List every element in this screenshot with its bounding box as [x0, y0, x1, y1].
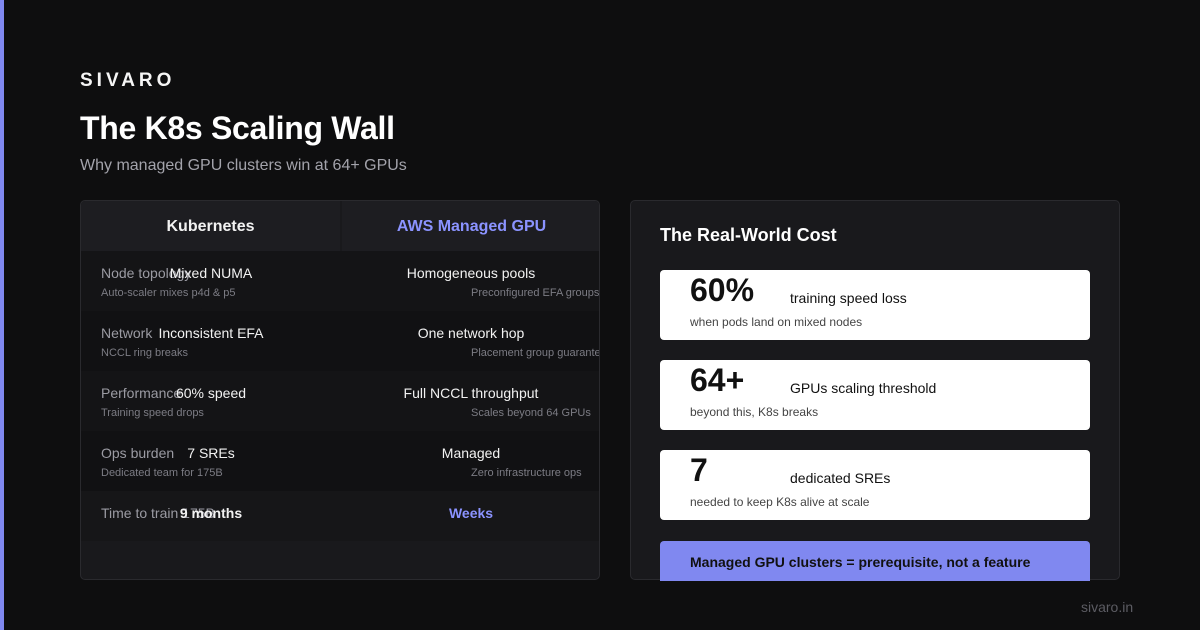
brand-logo: SIVARO	[80, 70, 176, 91]
row-label: Performance	[101, 385, 182, 401]
aws-value: Homogeneous pools	[406, 265, 536, 281]
aws-value: Weeks	[448, 505, 494, 521]
footer-url: sivaro.in	[1081, 599, 1134, 615]
stat-value: 64+	[690, 362, 745, 398]
accent-bar	[0, 0, 4, 630]
comparison-table: Kubernetes AWS Managed GPU Node topology…	[80, 200, 600, 580]
k8s-value: Mixed NUMA	[169, 265, 253, 281]
stat-note: beyond this, K8s breaks	[690, 405, 819, 419]
aws-note: Placement group guaranteed	[471, 347, 600, 359]
header-aws-managed-gpu: AWS Managed GPU	[342, 201, 599, 251]
stat-label: dedicated SREs	[790, 470, 891, 486]
k8s-note: Auto-scaler mixes p4d & p5	[101, 287, 236, 299]
table-header: Kubernetes AWS Managed GPU	[81, 201, 599, 251]
k8s-value: 9 months	[179, 505, 243, 521]
stat-card: 60% training speed loss when pods land o…	[660, 270, 1090, 340]
k8s-value: Inconsistent EFA	[158, 325, 264, 341]
real-world-cost-card: The Real-World Cost 60% training speed l…	[630, 200, 1120, 581]
k8s-note: NCCL ring breaks	[101, 347, 189, 359]
table-row: Performance 60% speed Training speed dro…	[81, 371, 599, 431]
conclusion-text: Managed GPU clusters = prerequisite, not…	[690, 554, 1031, 570]
stat-label: GPUs scaling threshold	[790, 380, 937, 396]
table-row: Ops burden 7 SREs Dedicated team for 175…	[81, 431, 599, 491]
table-row: Time to train 175B 9 months Weeks	[81, 491, 599, 541]
stat-card: 7 dedicated SREs needed to keep K8s aliv…	[660, 450, 1090, 520]
stat-note: needed to keep K8s alive at scale	[690, 495, 870, 509]
k8s-value: 7 SREs	[187, 445, 235, 461]
stat-value: 60%	[690, 272, 755, 308]
aws-value: Managed	[441, 445, 501, 461]
stat-note: when pods land on mixed nodes	[690, 315, 863, 329]
row-label: Ops burden	[101, 445, 175, 461]
page-title: The K8s Scaling Wall	[80, 110, 395, 146]
conclusion-banner: Managed GPU clusters = prerequisite, not…	[660, 541, 1090, 581]
stat-label: training speed loss	[790, 290, 907, 306]
table-row: Node topology Mixed NUMA Auto-scaler mix…	[81, 251, 600, 311]
page-subtitle: Why managed GPU clusters win at 64+ GPUs	[80, 157, 407, 174]
table-row: Network Inconsistent EFA NCCL ring break…	[81, 311, 600, 371]
aws-note: Preconfigured EFA groups	[471, 287, 600, 299]
row-label: Network	[101, 325, 153, 341]
aws-note: Scales beyond 64 GPUs	[471, 407, 591, 419]
cost-card-title: The Real-World Cost	[660, 225, 837, 245]
k8s-note: Training speed drops	[101, 407, 204, 419]
k8s-value: 60% speed	[175, 385, 247, 401]
stat-card: 64+ GPUs scaling threshold beyond this, …	[660, 360, 1090, 430]
k8s-note: Dedicated team for 175B	[101, 467, 223, 479]
aws-value: One network hop	[417, 325, 525, 341]
stat-value: 7	[690, 452, 708, 488]
aws-value: Full NCCL throughput	[403, 385, 539, 401]
header-kubernetes: Kubernetes	[81, 201, 340, 251]
aws-note: Zero infrastructure ops	[471, 467, 582, 479]
